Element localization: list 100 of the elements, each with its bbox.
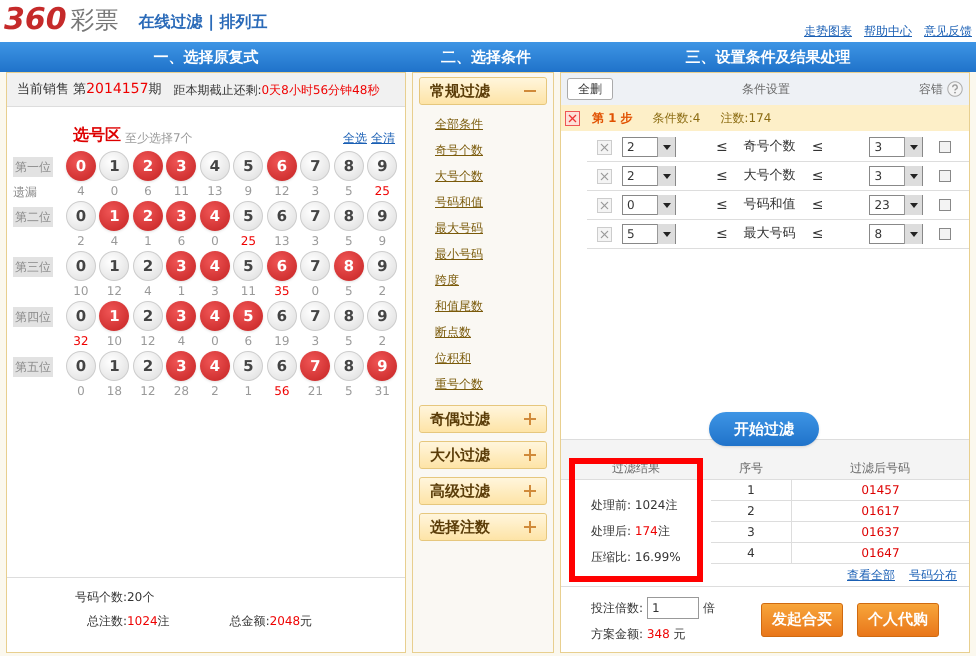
- dropdown-caret-icon[interactable]: [657, 195, 675, 215]
- filter-condition-link[interactable]: 全部条件: [435, 111, 547, 137]
- dropdown-caret-icon[interactable]: [904, 224, 922, 244]
- max-select[interactable]: 3: [869, 137, 924, 157]
- miss-count: 2: [77, 233, 85, 250]
- header-link[interactable]: 帮助中心: [864, 22, 912, 40]
- miss-count: 35: [274, 283, 290, 300]
- condition-name: 大号个数: [742, 167, 797, 186]
- min-select[interactable]: 2: [622, 166, 676, 186]
- filter-condition-link[interactable]: 最大号码: [435, 215, 547, 241]
- tolerance-checkbox[interactable]: [939, 228, 952, 240]
- tolerance-checkbox[interactable]: [939, 199, 952, 211]
- miss-count: 0: [77, 383, 85, 400]
- header-link[interactable]: 走势图表: [804, 22, 852, 40]
- max-select[interactable]: 23: [869, 195, 924, 215]
- miss-count: 11: [174, 183, 190, 200]
- condition-name: 号码和值: [742, 196, 797, 214]
- miss-count: 0: [211, 233, 219, 250]
- miss-count: 3: [312, 333, 320, 350]
- conditions-title: 条件设置: [741, 81, 791, 98]
- position-label: 第四位: [13, 307, 53, 327]
- result-link[interactable]: 查看全部: [847, 566, 895, 584]
- miss-count: 2: [211, 383, 219, 400]
- tolerance-checkbox[interactable]: [939, 141, 952, 153]
- miss-count: 5: [345, 383, 353, 400]
- start-filter-button[interactable]: 开始过滤: [709, 412, 819, 446]
- remove-condition-icon[interactable]: [597, 168, 612, 184]
- miss-count: 9: [378, 233, 386, 250]
- operator-symbol: ≤: [716, 224, 728, 244]
- remove-condition-icon[interactable]: [597, 198, 612, 212]
- miss-count: 2: [378, 283, 386, 300]
- miss-count: 10: [106, 333, 122, 350]
- filter-group-header[interactable]: 奇偶过滤: [419, 405, 547, 433]
- max-select[interactable]: 8: [869, 224, 924, 244]
- plus-icon: [524, 521, 536, 533]
- index-cell-text: 2: [746, 503, 756, 520]
- filter-condition-link[interactable]: 断点数: [435, 319, 547, 345]
- miss-count: 4: [178, 333, 186, 350]
- filter-condition-link[interactable]: 号码和值: [435, 189, 547, 215]
- before-count: 处理前: 1024注: [591, 497, 678, 514]
- filter-condition-link[interactable]: 位积和: [435, 345, 547, 371]
- result-link[interactable]: 号码分布: [909, 566, 957, 584]
- remove-condition-icon[interactable]: [597, 140, 612, 154]
- select-all-link[interactable]: 全选: [343, 129, 367, 147]
- dropdown-caret-icon[interactable]: [657, 224, 675, 244]
- dropdown-caret-icon[interactable]: [904, 137, 922, 157]
- filter-condition-link[interactable]: 大号个数: [435, 163, 547, 189]
- dropdown-caret-icon[interactable]: [657, 166, 675, 186]
- help-icon[interactable]: [947, 81, 963, 97]
- miss-count: 21: [308, 383, 323, 400]
- multiple-unit: 倍: [703, 600, 716, 616]
- remove-step-icon[interactable]: [565, 110, 580, 126]
- plan-amount: 方案金额: 348 元: [591, 626, 687, 642]
- pick-hint: 至少选择7个: [125, 130, 193, 147]
- miss-count: 5: [345, 333, 353, 350]
- remove-condition-icon[interactable]: [597, 226, 612, 242]
- min-select[interactable]: 2: [622, 137, 676, 157]
- header-link[interactable]: 意见反馈: [924, 22, 972, 40]
- min-select[interactable]: 5: [622, 224, 676, 244]
- column-header: 序号: [738, 460, 764, 477]
- multiple-input[interactable]: 1: [647, 596, 700, 618]
- operator-symbol: ≤: [716, 166, 728, 186]
- dropdown-caret-icon[interactable]: [904, 166, 922, 186]
- dropdown-caret-icon[interactable]: [904, 195, 922, 215]
- miss-count: 56: [274, 383, 290, 400]
- min-select[interactable]: 0: [622, 195, 676, 215]
- step-bets: 注数:174: [720, 110, 772, 127]
- logo-text: 彩票: [70, 5, 119, 36]
- dropdown-caret-icon[interactable]: [657, 137, 675, 157]
- max-select[interactable]: 3: [869, 166, 924, 186]
- operator-symbol: ≤: [812, 196, 824, 214]
- miss-count: 11: [240, 283, 256, 300]
- miss-count: 0: [312, 283, 320, 300]
- miss-count: 1: [144, 233, 152, 250]
- clear-all-link[interactable]: 全清: [371, 129, 395, 147]
- filter-condition-link[interactable]: 跨度: [435, 267, 547, 293]
- tolerance-checkbox[interactable]: [939, 170, 952, 182]
- position-label: 第三位: [13, 257, 53, 277]
- miss-count: 4: [144, 283, 152, 300]
- pick-title: 选号区: [73, 124, 121, 146]
- miss-count: 18: [106, 383, 122, 400]
- miss-count: 5: [345, 183, 353, 200]
- miss-count: 5: [345, 233, 353, 250]
- filter-condition-link[interactable]: 和值尾数: [435, 293, 547, 319]
- issue-info: 当前销售 第2014157期: [17, 80, 162, 99]
- plus-icon: [524, 449, 536, 461]
- filtered-number-cell: 01637: [791, 522, 969, 542]
- step-label: 二、选择条件: [440, 46, 532, 68]
- filter-condition-link[interactable]: 重号个数: [435, 371, 547, 397]
- total-bets: 总注数:1024注: [87, 613, 170, 630]
- miss-label: 遗漏: [13, 184, 38, 201]
- filter-group-header[interactable]: 选择注数: [419, 513, 547, 541]
- miss-count: 6: [144, 183, 152, 200]
- after-count: 处理后: 174注: [591, 523, 671, 540]
- filter-condition-link[interactable]: 最小号码: [435, 241, 547, 267]
- filter-group-header[interactable]: 常规过滤: [419, 77, 547, 105]
- filter-group-header[interactable]: 大小过滤: [419, 441, 547, 469]
- filter-condition-link[interactable]: 奇号个数: [435, 137, 547, 163]
- filter-group-header[interactable]: 高级过滤: [419, 477, 547, 505]
- delete-all-button[interactable]: 全删: [567, 78, 613, 100]
